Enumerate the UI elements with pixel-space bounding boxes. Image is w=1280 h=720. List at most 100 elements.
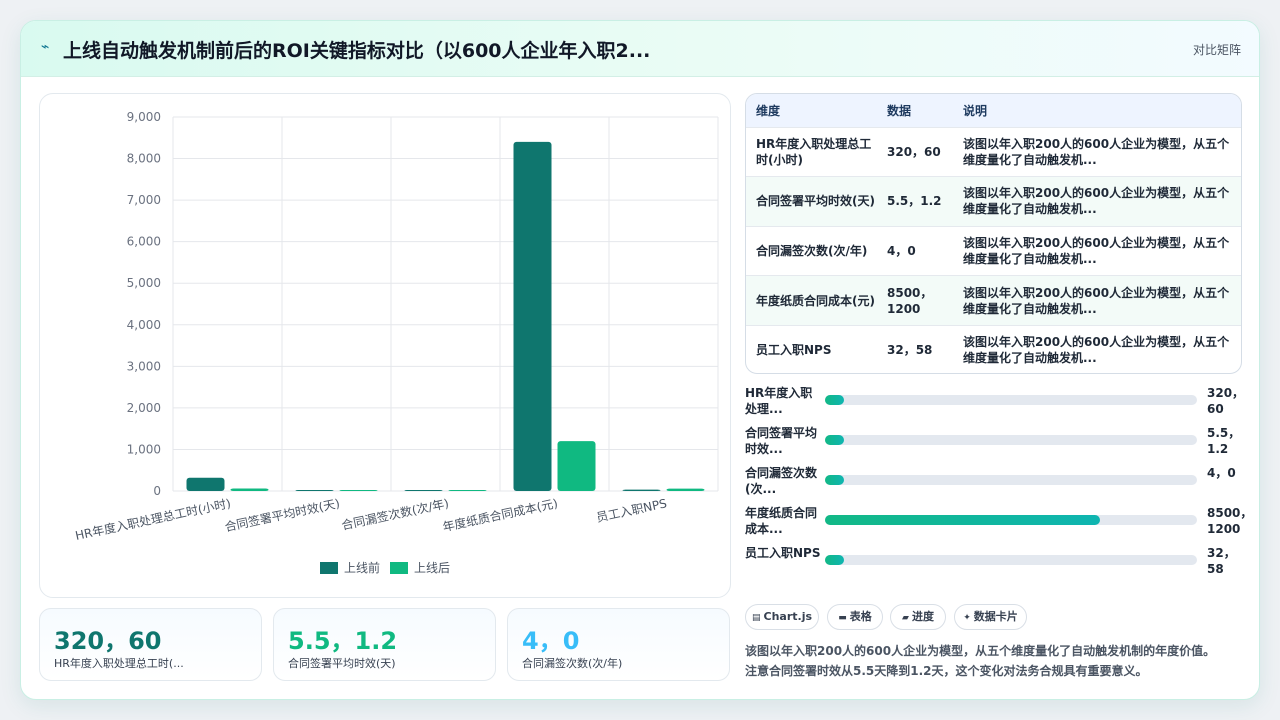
table-row: 员工入职NPS 32，58 该图以年入职200人的600人企业为模型，从五个维度… [746,325,1241,373]
progress-value: 4，0 [1207,466,1236,480]
table-row: 年度纸质合同成本(元) 8500，1200 该图以年入职200人的600人企业为… [746,275,1241,326]
cell-description: 该图以年入职200人的600人企业为模型，从五个维度量化了自动触发机... [963,335,1230,366]
legend-label: 上线前 [344,560,380,575]
progress-row: HR年度入职处理... 320，60 [745,383,1245,419]
pill-progress[interactable]: ▰ 进度 [890,604,946,630]
progress-value: 8500，1200 [1207,506,1253,536]
y-tick-label: 6,000 [127,235,161,249]
bar-上线前 [295,490,334,491]
x-category-label: HR年度入职处理总工时(小时) [74,495,232,543]
progress-track [825,515,1197,525]
legend-label: 上线后 [414,561,450,575]
summary-note: 该图以年入职200人的600人企业为模型，从五个维度量化了自动触发机制的年度价值… [745,644,1216,678]
y-tick-label: 1,000 [127,442,161,456]
cell-data: 5.5，1.2 [887,194,942,209]
kpi-value: 4，0 [522,627,580,655]
progress-track [825,395,1197,405]
y-tick-label: 0 [153,484,161,498]
cell-data: 32，58 [887,343,933,358]
table-row: 合同漏签次数(次/年) 4，0 该图以年入职200人的600人企业为模型，从五个… [746,226,1241,276]
bar-chart: 0 1,000 2,000 3,000 4,000 5,000 6,000 7,000 8,00… [74,110,719,575]
cell-dimension: 年度纸质合同成本(元) [756,293,875,308]
x-category-label: 合同漏签次数(次/年) [340,495,450,532]
cell-data: 4，0 [887,243,916,258]
bar-上线前 [186,477,225,491]
column-header-dimension: 维度 [756,103,781,118]
dashboard-card: ⌁ 上线自动触发机制前后的ROI关键指标对比（以600人企业年入职2... 对比… [20,20,1260,700]
y-tick-label: 5,000 [127,276,161,290]
column-header-description: 说明 [963,103,988,118]
progress-fill [825,515,1101,525]
progress-fill [825,555,844,565]
kpi-label: HR年度入职处理总工时(... [54,657,184,670]
kpi-label: 合同漏签次数(次/年) [522,657,623,670]
progress-value: 320，60 [1207,386,1245,416]
cell-dimension: 合同签署平均时效(天) [756,194,875,209]
pill-data-card[interactable]: ✦ 数据卡片 [954,604,1027,630]
pill-chartjs[interactable]: ▤ Chart.js [745,604,819,630]
progress-value: 32，58 [1207,546,1236,576]
progress-icon: ▰ [902,613,909,623]
cell-description: 该图以年入职200人的600人企业为模型，从五个维度量化了自动触发机... [963,235,1230,266]
x-category-label: 年度纸质合同成本(元) [441,495,559,534]
bar-上线后 [230,488,269,491]
cell-dimension: 员工入职NPS [756,343,832,358]
cell-data: 320，60 [887,144,941,159]
comparison-table: 维度 数据 说明 HR年度入职处理总工时(小时) 320，60 该图以年入职20… [745,93,1242,374]
legend-swatch [390,562,408,574]
bar-上线前 [513,141,552,491]
kpi-card-hr-hours: 320，60 HR年度入职处理总工时(... [39,608,262,681]
bar-上线前 [622,489,661,491]
progress-fill [825,475,844,485]
progress-label: 合同签署平均时效... [745,426,818,456]
column-header-data: 数据 [887,103,912,118]
cell-description: 该图以年入职200人的600人企业为模型，从五个维度量化了自动触发机... [963,186,1230,217]
x-category-label: 员工入职NPS [595,496,668,525]
kpi-card-sign-time: 5.5，1.2 合同签署平均时效(天) [273,608,496,681]
progress-label: 合同漏签次数(次... [745,466,818,496]
pill-table[interactable]: ▬ 表格 [827,604,883,630]
table-header-row: 维度 数据 说明 [746,94,1241,127]
progress-fill [825,435,844,445]
kpi-value: 320，60 [54,627,162,655]
pill-label: 表格 [849,610,872,623]
bar-上线后 [339,490,378,491]
cell-dimension: 合同漏签次数(次/年) [756,243,868,258]
header-tag: 对比矩阵 [1192,43,1241,57]
kpi-card-missed-sign: 4，0 合同漏签次数(次/年) [507,608,730,681]
progress-track [825,435,1197,445]
page-title: 上线自动触发机制前后的ROI关键指标对比（以600人企业年入职2... [63,40,651,62]
progress-row: 年度纸质合同成本... 8500，1200 [745,503,1253,539]
bar-上线后 [666,488,705,491]
bar-上线后 [557,441,596,491]
cell-description: 该图以年入职200人的600人企业为模型，从五个维度量化了自动触发机... [963,285,1230,316]
bar-上线后 [448,490,487,491]
sparkle-icon: ✦ [963,613,971,623]
pill-label: 数据卡片 [973,610,1018,623]
table-row: HR年度入职处理总工时(小时) 320，60 该图以年入职200人的600人企业… [746,127,1241,177]
y-tick-label: 9,000 [127,110,161,124]
y-tick-label: 2,000 [127,401,161,415]
y-tick-label: 3,000 [127,359,161,373]
progress-track [825,555,1197,565]
bolt-icon: ⌁ [41,39,50,55]
kpi-label: 合同签署平均时效(天) [288,657,396,670]
y-tick-label: 4,000 [127,318,161,332]
chart-icon: ▤ [751,613,761,623]
pill-label: 进度 [911,610,934,623]
table-icon: ▬ [838,613,847,623]
y-tick-label: 8,000 [127,152,161,166]
progress-row: 合同漏签次数(次... 4，0 [745,463,1242,499]
bar-chart-panel: 0 1,000 2,000 3,000 4,000 5,000 6,000 7,000 8,00… [39,93,731,598]
y-tick-label: 7,000 [127,193,161,207]
progress-fill [825,395,844,405]
cell-data: 8500，1200 [887,285,933,316]
x-category-label: 合同签署平均时效(天) [223,495,341,534]
progress-list: HR年度入职处理... 320，60 合同签署平均时效... 5.5，1.2 合… [745,383,1253,583]
progress-row: 合同签署平均时效... 5.5，1.2 [745,423,1242,459]
progress-label: HR年度入职处理... [745,386,813,416]
progress-row: 员工入职NPS 32，58 [745,543,1242,579]
progress-label: 员工入职NPS [745,546,821,560]
progress-value: 5.5，1.2 [1207,426,1241,456]
cell-dimension: HR年度入职处理总工时(小时) [756,136,872,167]
